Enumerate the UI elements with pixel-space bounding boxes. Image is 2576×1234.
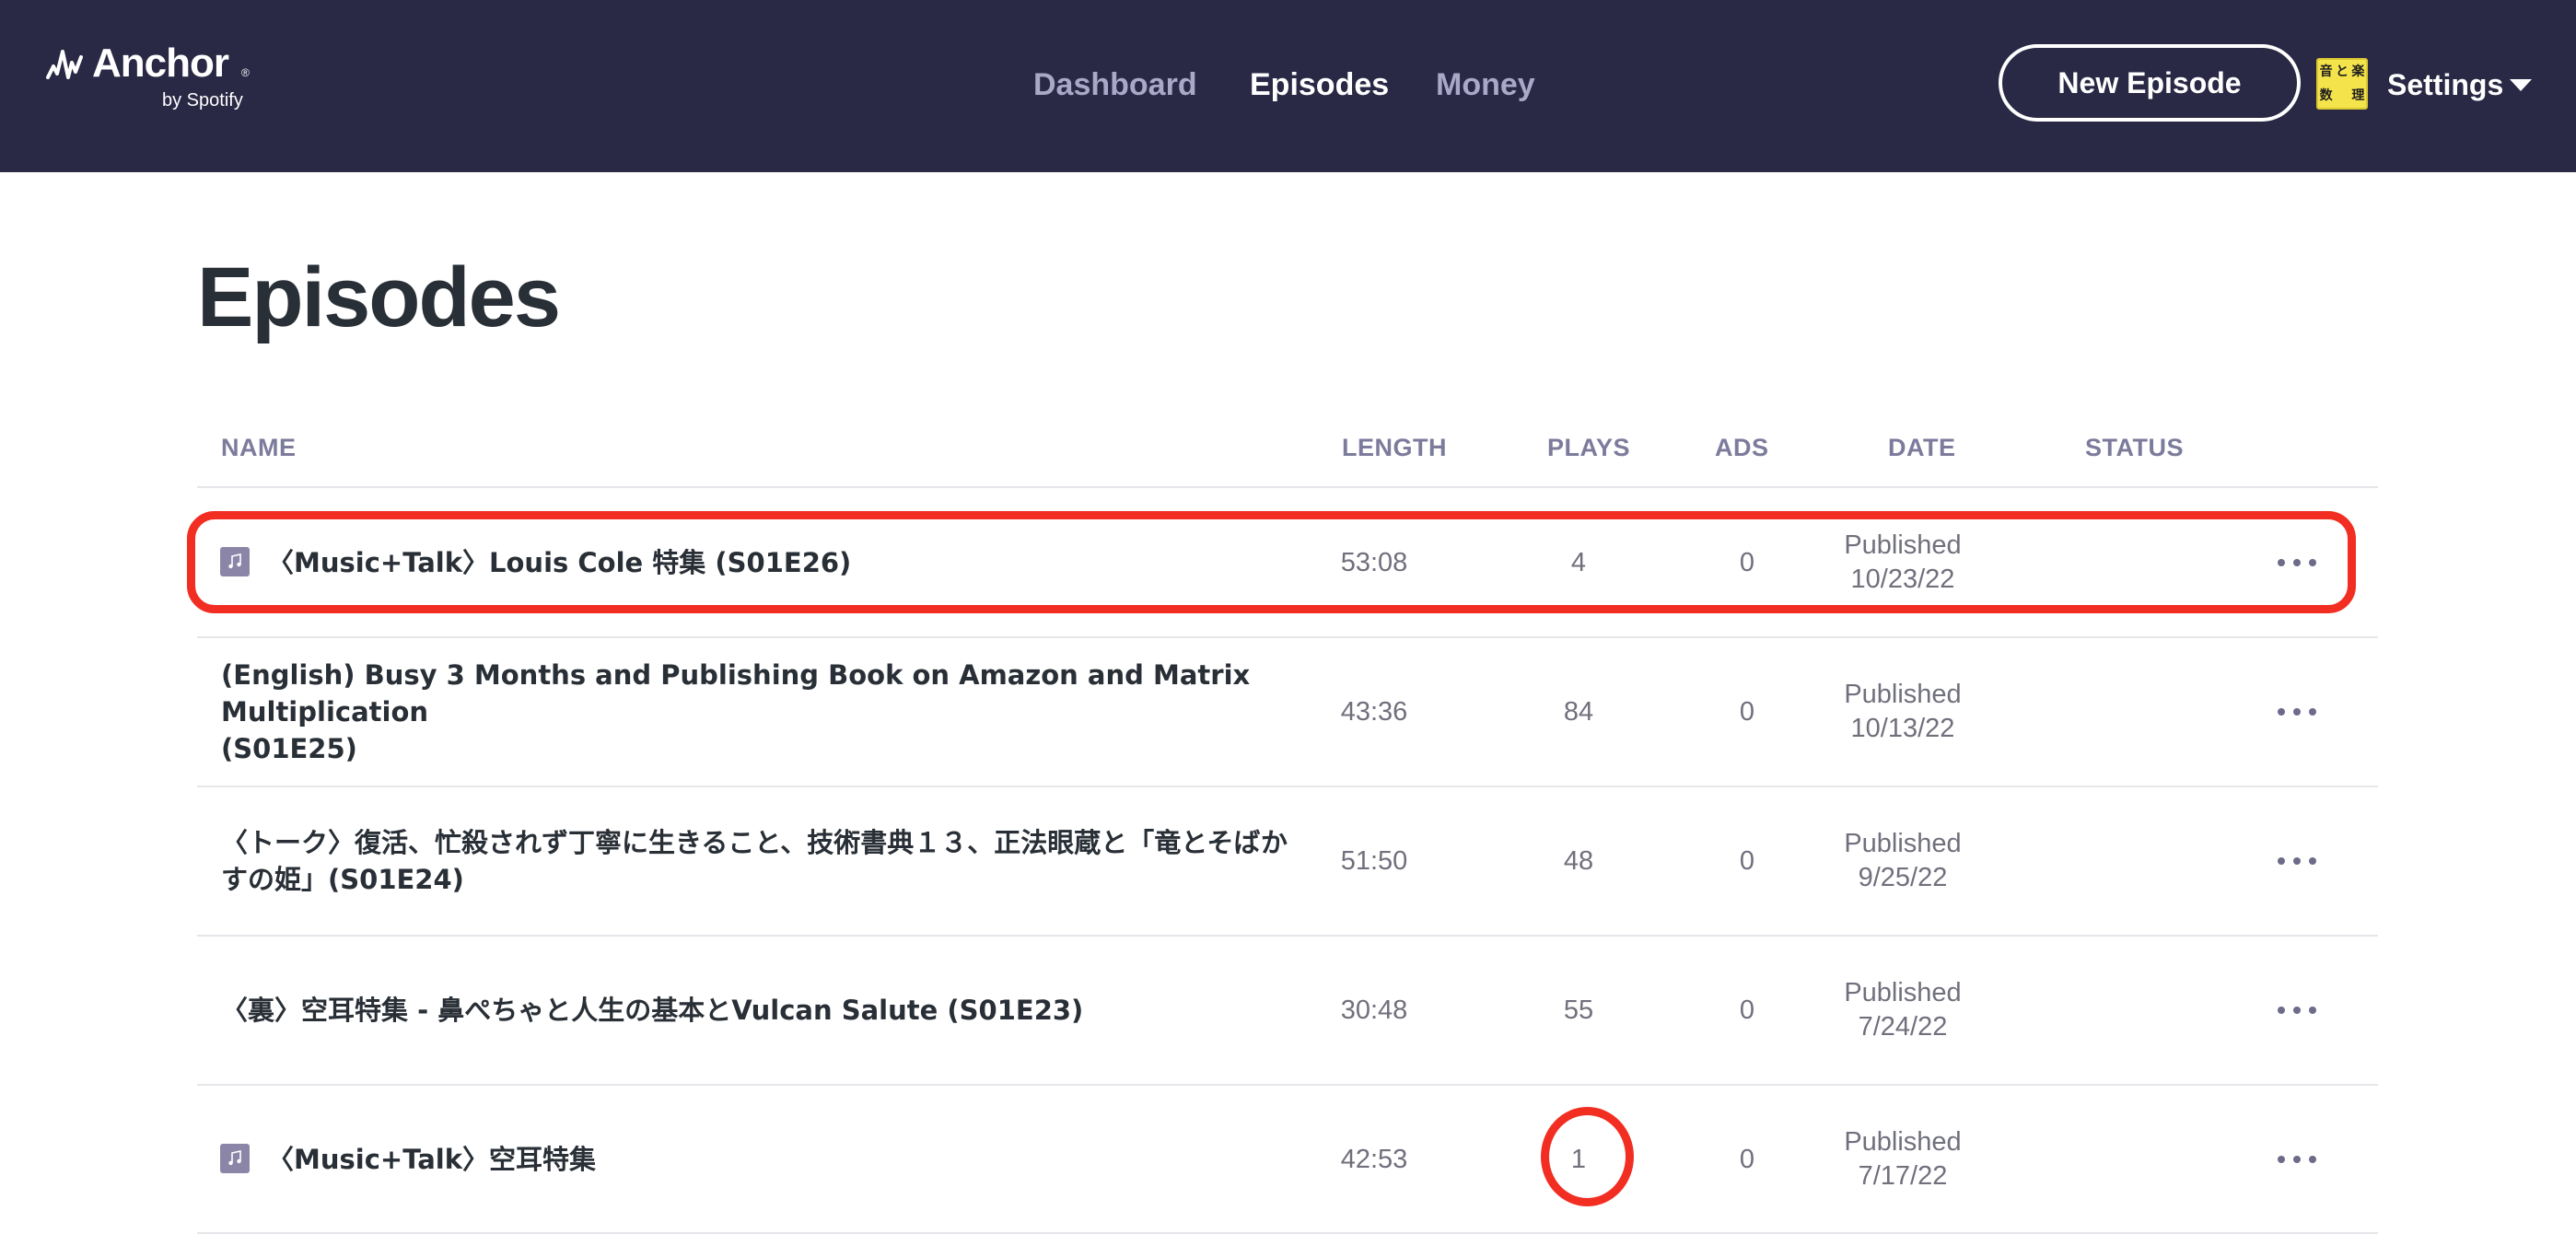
more-options-button[interactable] bbox=[2251, 692, 2343, 732]
publish-date: 7/17/22 bbox=[1858, 1161, 1948, 1191]
episode-plays: 48 bbox=[1563, 845, 1594, 876]
episode-ads: 0 bbox=[1739, 995, 1755, 1025]
episode-date: Published 10/23/22 bbox=[1820, 489, 1986, 636]
dot-icon bbox=[2278, 1007, 2285, 1014]
publish-date: 7/24/22 bbox=[1858, 1012, 1948, 1042]
avatar-char: 楽 bbox=[2351, 64, 2365, 79]
episode-title-link[interactable]: 〈トーク〉復活、忙殺されず丁寧に生きること、技術書典１３、正法眼蔵と「竜とそばか… bbox=[221, 787, 1289, 935]
table-row: 〈トーク〉復活、忙殺されず丁寧に生きること、技術書典１３、正法眼蔵と「竜とそばか… bbox=[197, 787, 2378, 935]
dot-icon bbox=[2309, 1007, 2316, 1014]
episode-length: 43:36 bbox=[1340, 696, 1408, 727]
music-note-icon bbox=[220, 547, 250, 576]
table-row: 〈Music+Talk〉Louis Cole 特集 (S01E26) 53:08… bbox=[197, 489, 2378, 636]
episode-title-line: 〈トーク〉復活、忙殺されず丁寧に生きること、技術書典１３、正法眼蔵と「竜とそばか bbox=[221, 827, 1288, 858]
caret-down-icon[interactable] bbox=[2510, 79, 2532, 91]
episode-title-line: すの姫」(S01E24) bbox=[221, 864, 464, 895]
more-options-button[interactable] bbox=[2251, 990, 2343, 1030]
dot-icon bbox=[2309, 1156, 2316, 1163]
dot-icon bbox=[2278, 1156, 2285, 1163]
episode-title-link[interactable]: (English) Busy 3 Months and Publishing B… bbox=[221, 638, 1289, 786]
publish-status: Published bbox=[1844, 530, 1962, 560]
avatar-char: 音 bbox=[2319, 64, 2333, 79]
more-options-button[interactable] bbox=[2251, 1139, 2343, 1180]
dot-icon bbox=[2309, 559, 2316, 566]
dot-icon bbox=[2293, 1156, 2301, 1163]
brand-name: Anchor bbox=[92, 41, 229, 86]
music-note-icon bbox=[220, 1144, 250, 1173]
episode-title: 〈Music+Talk〉Louis Cole 特集 (S01E26) bbox=[267, 547, 852, 578]
dot-icon bbox=[2309, 857, 2316, 865]
episode-date: Published 9/25/22 bbox=[1820, 787, 1986, 935]
dot-icon bbox=[2293, 1007, 2301, 1014]
new-episode-button[interactable]: New Episode bbox=[1999, 44, 2301, 122]
episode-title-line: (S01E25) bbox=[221, 733, 357, 764]
episode-plays: 4 bbox=[1570, 547, 1587, 577]
nav-episodes[interactable]: Episodes bbox=[1250, 64, 1389, 105]
episode-date: Published 10/13/22 bbox=[1820, 638, 1986, 786]
anchor-logo[interactable]: Anchor ® by Spotify bbox=[46, 41, 267, 114]
episode-date: Published 7/17/22 bbox=[1820, 1086, 1986, 1233]
column-header-ads: ADS bbox=[1715, 434, 1769, 461]
publish-status: Published bbox=[1844, 978, 1962, 1007]
publish-status: Published bbox=[1844, 829, 1962, 858]
anchor-wave-icon bbox=[46, 50, 83, 79]
nav-money[interactable]: Money bbox=[1436, 64, 1535, 105]
dot-icon bbox=[2309, 708, 2316, 716]
publish-date: 10/23/22 bbox=[1850, 565, 1955, 594]
more-options-button[interactable] bbox=[2251, 542, 2343, 583]
episode-title-line: (English) Busy 3 Months and Publishing B… bbox=[221, 659, 1251, 728]
episode-title-link[interactable]: 〈裏〉空耳特集 - 鼻ぺちゃと人生の基本とVulcan Salute (S01E… bbox=[221, 937, 1289, 1084]
column-header-plays: PLAYS bbox=[1547, 434, 1631, 461]
episode-length: 51:50 bbox=[1340, 845, 1408, 876]
publish-status: Published bbox=[1844, 680, 1962, 709]
page-title: Episodes bbox=[197, 250, 561, 344]
avatar[interactable]: 音 と 楽 数 理 bbox=[2316, 58, 2368, 110]
episode-plays: 84 bbox=[1563, 696, 1594, 727]
episode-date: Published 7/24/22 bbox=[1820, 937, 1986, 1084]
avatar-char: と bbox=[2335, 64, 2349, 79]
publish-date: 10/13/22 bbox=[1850, 714, 1955, 743]
top-nav-bar: Anchor ® by Spotify Dashboard Episodes M… bbox=[0, 0, 2576, 172]
episode-title: 〈Music+Talk〉空耳特集 bbox=[267, 1144, 597, 1175]
table-row: (English) Busy 3 Months and Publishing B… bbox=[197, 638, 2378, 786]
settings-menu[interactable]: Settings bbox=[2387, 64, 2503, 105]
avatar-char: 理 bbox=[2351, 88, 2365, 103]
episode-plays: 55 bbox=[1563, 995, 1594, 1025]
table-row: 〈Music+Talk〉空耳特集 42:53 1 0 Published 7/1… bbox=[197, 1086, 2378, 1233]
brand-subtitle: by Spotify bbox=[162, 90, 243, 111]
episode-ads: 0 bbox=[1739, 696, 1755, 727]
dot-icon bbox=[2278, 857, 2285, 865]
table-row: 〈裏〉空耳特集 - 鼻ぺちゃと人生の基本とVulcan Salute (S01E… bbox=[197, 937, 2378, 1084]
dot-icon bbox=[2293, 857, 2301, 865]
dot-icon bbox=[2293, 708, 2301, 716]
column-header-name: NAME bbox=[221, 434, 297, 461]
column-header-status: STATUS bbox=[2085, 434, 2184, 461]
header-divider bbox=[197, 486, 2378, 488]
brand-registered-mark: ® bbox=[241, 66, 250, 79]
episode-plays: 1 bbox=[1570, 1144, 1587, 1174]
episode-title-link[interactable]: 〈Music+Talk〉Louis Cole 特集 (S01E26) bbox=[267, 489, 1289, 636]
dot-icon bbox=[2278, 708, 2285, 716]
episode-length: 53:08 bbox=[1340, 547, 1408, 577]
episode-title-link[interactable]: 〈Music+Talk〉空耳特集 bbox=[267, 1086, 1289, 1233]
episode-ads: 0 bbox=[1739, 1144, 1755, 1174]
episode-length: 42:53 bbox=[1340, 1144, 1408, 1174]
dot-icon bbox=[2293, 559, 2301, 566]
column-header-length: LENGTH bbox=[1342, 434, 1447, 461]
more-options-button[interactable] bbox=[2251, 841, 2343, 881]
episode-ads: 0 bbox=[1739, 845, 1755, 876]
publish-status: Published bbox=[1844, 1127, 1962, 1157]
dot-icon bbox=[2278, 559, 2285, 566]
publish-date: 9/25/22 bbox=[1858, 863, 1948, 892]
column-header-date: DATE bbox=[1888, 434, 1956, 461]
nav-dashboard[interactable]: Dashboard bbox=[1033, 64, 1197, 105]
episode-ads: 0 bbox=[1739, 547, 1755, 577]
episode-title: 〈裏〉空耳特集 - 鼻ぺちゃと人生の基本とVulcan Salute (S01E… bbox=[221, 995, 1084, 1026]
avatar-char: 数 bbox=[2319, 88, 2333, 103]
episode-length: 30:48 bbox=[1340, 995, 1408, 1025]
